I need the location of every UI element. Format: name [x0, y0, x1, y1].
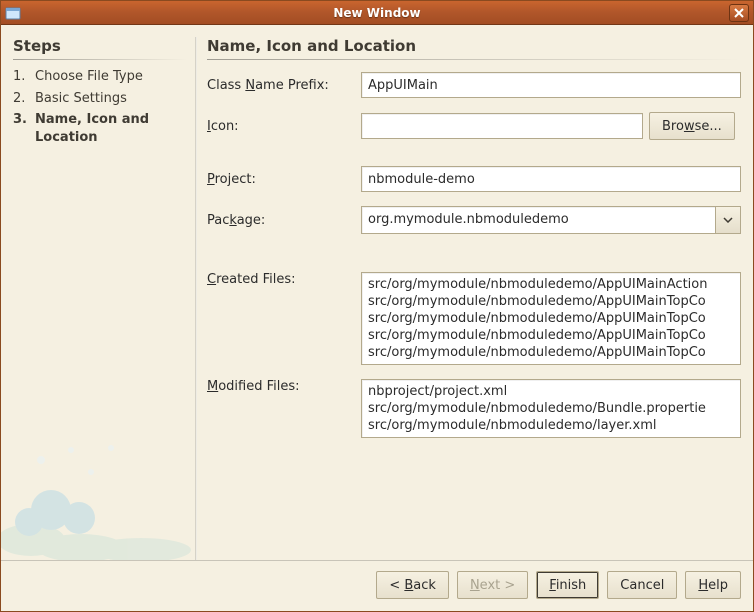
next-button: Next >: [457, 571, 528, 599]
modified-files-box: nbproject/project.xml src/org/mymodule/n…: [361, 379, 741, 438]
row-project: Project:: [207, 166, 741, 192]
label-modified-files: Modified Files:: [207, 379, 355, 394]
panel-divider: [195, 37, 197, 560]
chevron-down-icon: [723, 217, 733, 223]
package-combo-button[interactable]: [715, 206, 741, 234]
label-package: Package:: [207, 213, 355, 228]
label-class-name-prefix: Class Name Prefix:: [207, 78, 355, 93]
row-package: Package: org.mymodule.nbmoduledemo: [207, 206, 741, 234]
row-class-name-prefix: Class Name Prefix:: [207, 72, 741, 98]
titlebar[interactable]: New Window: [1, 1, 753, 25]
label-icon: Icon:: [207, 119, 355, 134]
page-title: Name, Icon and Location: [207, 37, 741, 55]
finish-button[interactable]: Finish: [536, 571, 599, 599]
window-title: New Window: [25, 6, 729, 20]
label-created-files: Created Files:: [207, 272, 355, 287]
label-project: Project:: [207, 172, 355, 187]
wizard-window: New Window Steps 1. Choose File Type 2. …: [0, 0, 754, 612]
row-created-files: Created Files: src/org/mymodule/nbmodule…: [207, 272, 741, 365]
row-modified-files: Modified Files: nbproject/project.xml sr…: [207, 379, 741, 438]
class-name-prefix-input[interactable]: [361, 72, 741, 98]
steps-list: 1. Choose File Type 2. Basic Settings 3.…: [13, 68, 187, 146]
wizard-decoration: [1, 400, 201, 560]
cancel-button[interactable]: Cancel: [607, 571, 677, 599]
step-item: 2. Basic Settings: [13, 90, 187, 108]
package-combo-value[interactable]: org.mymodule.nbmoduledemo: [361, 206, 715, 234]
browse-button[interactable]: Browse...: [649, 112, 735, 140]
help-button[interactable]: Help: [685, 571, 741, 599]
row-icon: Icon: Browse...: [207, 112, 741, 140]
button-bar: < Back Next > Finish Cancel Help: [1, 560, 753, 611]
close-icon: [734, 8, 744, 18]
steps-panel: Steps 1. Choose File Type 2. Basic Setti…: [13, 37, 195, 560]
back-button[interactable]: < Back: [376, 571, 449, 599]
content-area: Steps 1. Choose File Type 2. Basic Setti…: [1, 25, 753, 611]
step-item: 3. Name, Icon and Location: [13, 111, 187, 146]
app-icon: [5, 5, 21, 21]
project-input: [361, 166, 741, 192]
close-button[interactable]: [729, 4, 749, 22]
icon-input[interactable]: [361, 113, 643, 139]
created-files-box: src/org/mymodule/nbmoduledemo/AppUIMainA…: [361, 272, 741, 365]
main-panel: Name, Icon and Location Class Name Prefi…: [207, 37, 741, 560]
package-combo[interactable]: org.mymodule.nbmoduledemo: [361, 206, 741, 234]
step-item: 1. Choose File Type: [13, 68, 187, 86]
steps-heading: Steps: [13, 37, 187, 55]
